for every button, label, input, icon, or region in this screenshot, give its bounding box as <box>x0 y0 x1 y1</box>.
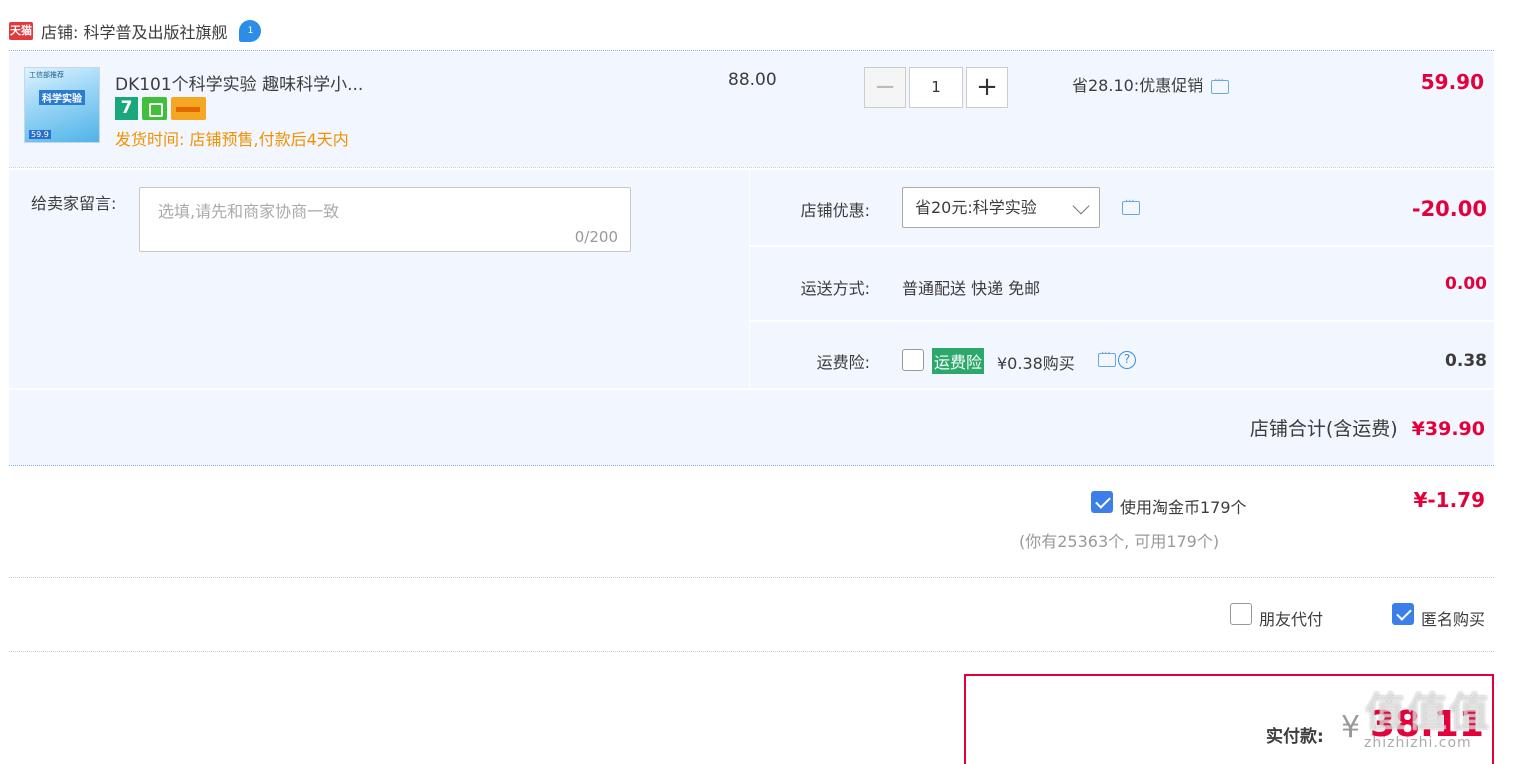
product-title-link[interactable]: DK101个科学实验 趣味科学小... <box>115 70 363 95</box>
taojinbi-discount: ¥-1.79 <box>1413 488 1485 512</box>
friend-pay-checkbox[interactable] <box>1230 603 1252 625</box>
promo-info: 省28.10:优惠促销 <box>1072 72 1230 96</box>
divider <box>9 167 1494 168</box>
product-thumbnail[interactable]: 工信部推荐 科学实验 59.9 <box>24 67 100 143</box>
panel-separator <box>9 388 1494 390</box>
quantity-increase-button[interactable]: + <box>966 67 1008 108</box>
insurance-amount: 0.38 <box>1445 351 1487 371</box>
final-label: 实付款: <box>1266 727 1324 747</box>
insurance-label: 运费险: <box>816 353 870 372</box>
shop-total-value: ¥39.90 <box>1411 418 1485 440</box>
shipping-amount: 0.00 <box>1445 274 1487 294</box>
thumb-price: 59.9 <box>29 130 51 139</box>
insurance-checkbox[interactable] <box>902 349 924 371</box>
coupon-selected-value: 省20元:科学实验 <box>915 198 1037 217</box>
divider <box>9 465 1494 466</box>
insurance-comment-icon[interactable] <box>1098 348 1116 367</box>
seven-day-return-icon[interactable]: 7 <box>115 97 138 120</box>
insurance-row: 运费险: 运费险 ¥0.38购买 ? 0.38 <box>750 322 1495 388</box>
shipping-row: 运送方式: 普通配送 快递 免邮 0.00 <box>750 247 1495 322</box>
service-icons: 7 <box>115 97 206 120</box>
anonymous-checkbox[interactable] <box>1392 603 1414 625</box>
thumb-title: 科学实验 <box>39 90 85 105</box>
coupon-amount: -20.00 <box>1411 197 1487 221</box>
coupon-select[interactable]: 省20元:科学实验 <box>902 187 1100 228</box>
options-column: 店铺优惠: 省20元:科学实验 -20.00 运送方式: 普通配送 快递 免邮 … <box>749 170 1495 388</box>
divider <box>9 50 1494 51</box>
promo-comment-icon[interactable] <box>1211 75 1230 94</box>
watermark-logo: 值值值 <box>1365 690 1491 736</box>
quantity-decrease-button[interactable]: − <box>864 67 906 108</box>
chat-seller-icon[interactable]: 1 <box>239 20 262 42</box>
shop-total: 店铺合计(含运费) ¥39.90 <box>1250 414 1485 441</box>
promo-text: 省28.10:优惠促销 <box>1072 76 1204 95</box>
consumer-protection-icon[interactable] <box>142 97 167 120</box>
shop-header: 天猫 店铺: 科学普及出版社旗舰 1 <box>9 14 262 48</box>
shop-name-link[interactable]: 店铺: 科学普及出版社旗舰 <box>41 19 227 43</box>
insurance-tag: 运费险 <box>932 348 985 374</box>
friend-pay-label[interactable]: 朋友代付 <box>1259 606 1323 630</box>
coupon-label: 店铺优惠: <box>800 201 870 220</box>
quantity-stepper: − 1 + <box>864 67 1008 108</box>
quantity-input[interactable]: 1 <box>909 67 963 108</box>
seller-message-input[interactable]: 选填,请先和商家协商一致 0/200 <box>139 187 631 252</box>
insurance-actions: ? <box>1098 348 1136 369</box>
divider <box>9 577 1494 578</box>
taojinbi-label[interactable]: 使用淘金币179个 <box>1120 494 1247 518</box>
divider <box>9 651 1494 652</box>
shipping-method: 普通配送 快递 免邮 <box>902 279 1041 298</box>
insurance-price-text: ¥0.38购买 <box>997 354 1075 373</box>
shop-total-label: 店铺合计(含运费) <box>1249 418 1398 440</box>
taojinbi-checkbox[interactable] <box>1091 491 1113 513</box>
ship-time-text: 发货时间: 店铺预售,付款后4天内 <box>115 130 349 149</box>
shipping-label: 运送方式: <box>800 279 870 298</box>
message-label: 给卖家留言: <box>31 194 117 213</box>
order-item-row: 工信部推荐 科学实验 59.9 DK101个科学实验 趣味科学小... 7 发货… <box>9 52 1494 167</box>
watermark-url: zhizhizhi.com <box>1364 735 1472 751</box>
help-icon[interactable]: ? <box>1118 350 1136 369</box>
coupon-comment-icon[interactable] <box>1122 196 1140 215</box>
credit-card-icon[interactable] <box>171 97 206 120</box>
coupon-row: 店铺优惠: 省20元:科学实验 -20.00 <box>750 170 1495 247</box>
unit-price: 88.00 <box>728 70 777 90</box>
item-subtotal: 59.90 <box>1420 70 1484 94</box>
thumb-caption: 工信部推荐 <box>29 71 64 79</box>
final-currency: ¥ <box>1341 710 1361 745</box>
anonymous-label[interactable]: 匿名购买 <box>1421 606 1485 630</box>
tmall-logo-icon: 天猫 <box>9 22 33 40</box>
message-char-counter: 0/200 <box>574 228 618 246</box>
taojinbi-balance: (你有25363个, 可用179个) <box>1019 532 1220 551</box>
chevron-down-icon <box>1072 197 1090 215</box>
message-placeholder: 选填,请先和商家协商一致 <box>158 202 340 221</box>
